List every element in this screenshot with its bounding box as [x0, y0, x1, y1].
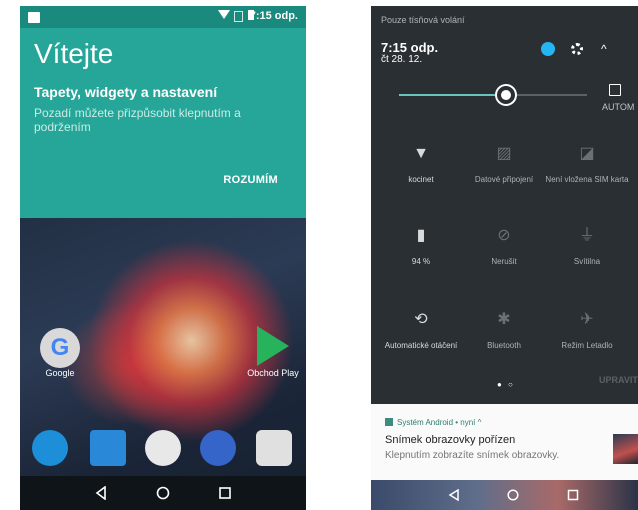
notification-screenshot[interactable]: Systém Android • nyní ^ Snímek obrazovky… — [371, 404, 638, 480]
status-bar: 7:15 odp. — [20, 6, 306, 28]
android-system-icon — [385, 418, 393, 426]
home-icon[interactable] — [507, 489, 519, 501]
tile-label: Automatické otáčení — [384, 341, 458, 350]
tile-do-not-disturb[interactable]: ⊘ Nerušit — [460, 224, 548, 266]
tile-label: Režim Letadlo — [561, 341, 613, 350]
no-sim-icon — [234, 11, 243, 22]
brightness-fill — [399, 94, 507, 96]
flashlight-icon: ⏚ — [578, 227, 595, 244]
dock — [20, 424, 306, 476]
screenshot-thumbnail[interactable] — [613, 434, 638, 464]
notification-body: Klepnutím zobrazíte snímek obrazovky. — [385, 450, 560, 461]
collapse-chevron-icon[interactable]: ^ — [601, 42, 607, 56]
welcome-description: Pozadí můžete přizpůsobit klepnutím a po… — [34, 106, 241, 134]
navigation-bar — [20, 476, 306, 510]
app-drawer-icon[interactable] — [145, 430, 181, 466]
recents-icon[interactable] — [567, 489, 579, 501]
page-indicator: ● ○ — [497, 380, 515, 389]
quick-settings-phone: Pouze tísňová volání 7:15 odp. čt 28. 12… — [371, 6, 638, 510]
home-screen-phone: 7:15 odp. Vítejte Tapety, widgety a nast… — [20, 6, 306, 510]
app-play-store[interactable]: Obchod Play — [240, 326, 306, 378]
welcome-card: Vítejte Tapety, widgety a nastavení Poza… — [20, 28, 306, 218]
auto-rotate-icon: ⟲ — [414, 311, 428, 328]
clock[interactable]: 7:15 odp. — [381, 41, 438, 54]
mobile-data-icon: ▨ — [496, 145, 512, 162]
home-icon[interactable] — [156, 486, 170, 500]
quick-settings-panel: Pouze tísňová volání 7:15 odp. čt 28. 12… — [371, 6, 638, 398]
auto-brightness-label: AUTOM — [602, 102, 635, 112]
contacts-icon[interactable] — [90, 430, 126, 466]
battery-icon: ▮ — [416, 227, 426, 244]
status-time: 7:15 odp. — [249, 10, 298, 22]
tile-label: Datové připojení — [474, 175, 534, 184]
google-icon: G — [40, 328, 80, 368]
no-sim-icon: ◪ — [579, 145, 595, 162]
do-not-disturb-icon: ⊘ — [497, 227, 511, 244]
got-it-button[interactable]: ROZUMÍM — [223, 174, 278, 186]
messages-icon[interactable] — [200, 430, 236, 466]
screenshot-notification-icon — [28, 12, 40, 23]
emergency-calls-only: Pouze tísňová volání — [381, 15, 465, 25]
wifi-icon — [218, 10, 230, 19]
welcome-subtitle: Tapety, widgety a nastavení — [34, 84, 218, 100]
notification-title: Snímek obrazovky pořízen — [385, 434, 516, 446]
tile-no-sim[interactable]: ◪ Není vložena SIM karta — [543, 142, 631, 184]
app-label-play-store: Obchod Play — [247, 368, 299, 378]
camera-icon[interactable] — [256, 430, 292, 466]
back-icon[interactable] — [94, 486, 108, 500]
phone-icon[interactable] — [32, 430, 68, 466]
tile-bluetooth[interactable]: ✱ Bluetooth — [460, 308, 548, 350]
app-label-google: Google — [45, 368, 75, 378]
edit-button[interactable]: UPRAVIT — [599, 375, 638, 385]
user-icon[interactable] — [541, 42, 555, 56]
tile-mobile-data[interactable]: ▨ Datové připojení — [460, 142, 548, 184]
airplane-icon: ✈ — [580, 311, 594, 328]
gear-icon[interactable] — [571, 43, 583, 55]
auto-brightness-checkbox[interactable] — [609, 84, 621, 96]
tile-label: Nerušit — [491, 257, 517, 266]
date[interactable]: čt 28. 12. — [381, 54, 422, 65]
play-store-icon — [257, 326, 289, 366]
wifi-icon: ▼ — [413, 145, 429, 162]
tile-battery[interactable]: ▮ 94 % — [377, 224, 465, 266]
recents-icon[interactable] — [218, 486, 232, 500]
tile-flashlight[interactable]: ⏚ Svítilna — [543, 224, 631, 266]
tile-airplane[interactable]: ✈ Režim Letadlo — [543, 308, 631, 350]
tile-label: 94 % — [411, 257, 431, 266]
bluetooth-icon: ✱ — [497, 311, 511, 328]
tile-wifi[interactable]: ▼ kocinet — [377, 142, 465, 184]
brightness-slider[interactable] — [399, 86, 587, 104]
tile-label: Bluetooth — [487, 341, 521, 350]
tile-auto-rotate[interactable]: ⟲ Automatické otáčení — [377, 308, 465, 350]
tile-label: kocinet — [408, 175, 434, 184]
brightness-icon[interactable] — [497, 86, 516, 104]
tile-label: Svítilna — [573, 257, 601, 266]
back-icon[interactable] — [448, 489, 460, 501]
welcome-title: Vítejte — [34, 38, 114, 69]
app-google[interactable]: G Google — [34, 328, 86, 378]
notification-header: Systém Android • nyní ^ — [397, 418, 482, 427]
wallpaper-strip — [371, 480, 638, 510]
tile-label: Není vložena SIM karta — [545, 175, 629, 184]
